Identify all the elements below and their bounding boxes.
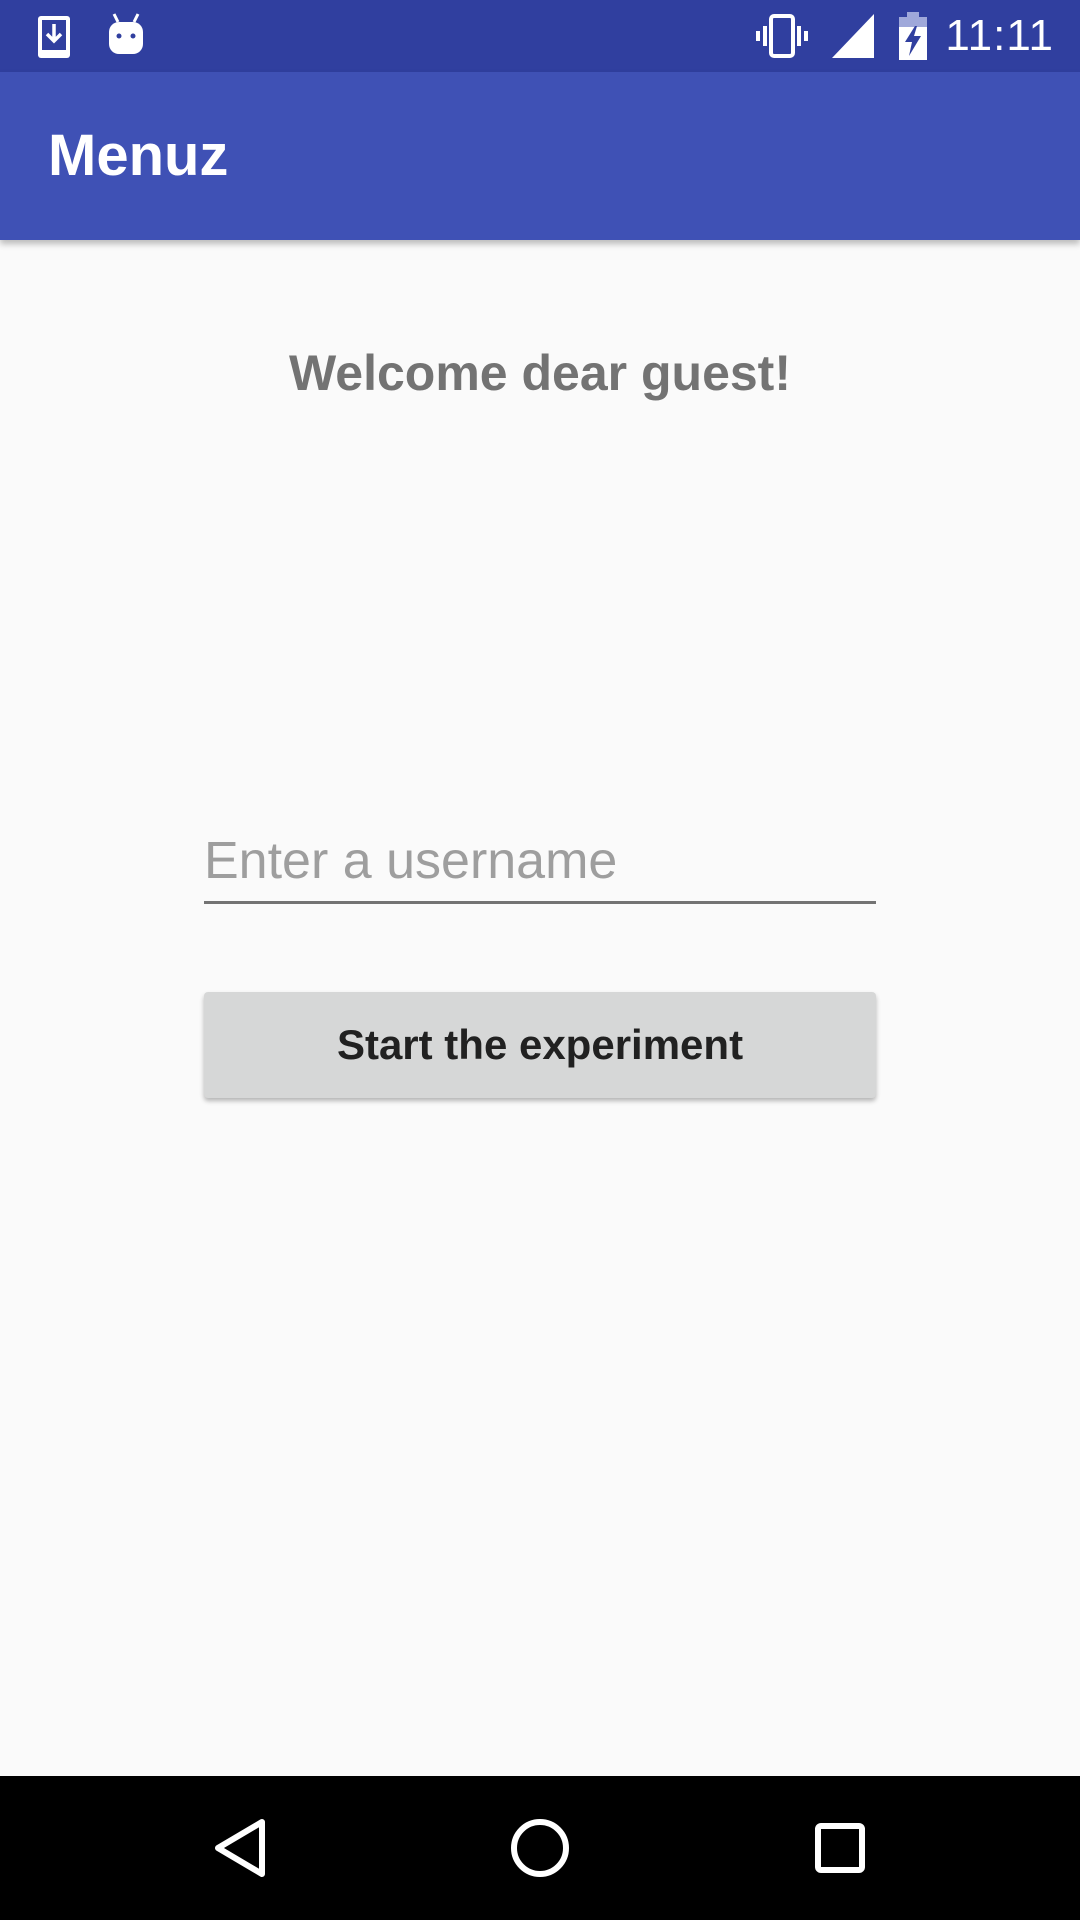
main-content: Welcome dear guest! Start the experiment (0, 240, 1080, 1776)
android-icon (109, 13, 143, 54)
recents-icon[interactable] (790, 1798, 890, 1898)
start-experiment-button[interactable]: Start the experiment (204, 992, 876, 1098)
welcome-heading: Welcome dear guest! (288, 345, 791, 401)
app-bar: Menuz (0, 72, 1080, 240)
status-time: 11:11 (945, 11, 1054, 60)
username-input[interactable] (204, 820, 876, 904)
vibrate-icon (756, 14, 808, 58)
home-icon[interactable] (490, 1798, 590, 1898)
navigation-bar (0, 1776, 1080, 1920)
back-icon[interactable] (190, 1798, 290, 1898)
signal-icon (832, 14, 874, 58)
battery-charging-icon (899, 12, 927, 60)
status-bar: 11:11 (0, 0, 1080, 72)
download-icon (38, 16, 70, 58)
app-title: Menuz (48, 123, 229, 188)
